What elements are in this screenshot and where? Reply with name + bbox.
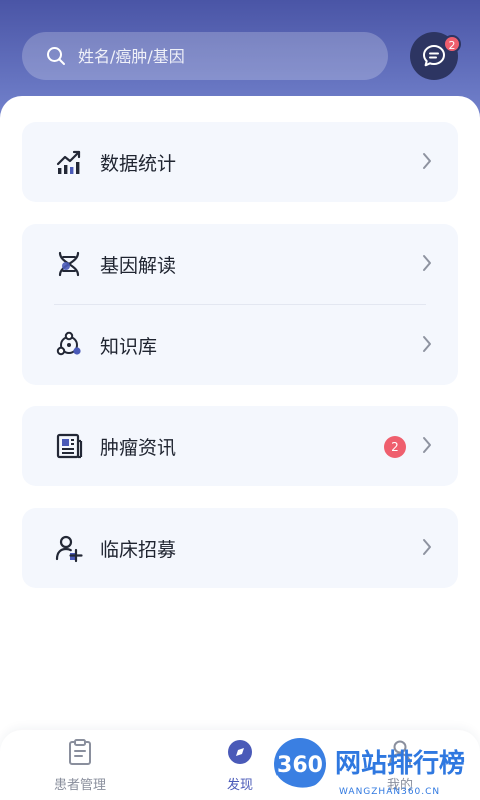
genetics-card: 基因解读 知识库	[22, 224, 458, 385]
menu-item-knowledge-label: 知识库	[100, 335, 158, 358]
message-badge: 2	[443, 35, 461, 53]
watermark-url: WANGZHAN360.CN	[339, 787, 440, 797]
chevron-right-icon	[423, 336, 431, 352]
compass-icon	[228, 740, 252, 764]
message-button[interactable]: 2	[410, 32, 461, 80]
add-person-icon	[55, 535, 83, 563]
knowledge-network-icon	[56, 331, 81, 356]
menu-item-recruit[interactable]: 临床招募	[22, 508, 458, 588]
newspaper-icon	[56, 433, 83, 459]
chart-trend-icon	[56, 150, 81, 174]
menu-item-stats-label: 数据统计	[100, 152, 177, 175]
news-badge: 2	[384, 436, 406, 458]
menu-item-recruit-label: 临床招募	[100, 538, 177, 561]
search-bar[interactable]	[22, 32, 388, 80]
recruit-card: 临床招募	[22, 508, 458, 588]
menu-item-gene[interactable]: 基因解读	[22, 224, 458, 304]
chevron-right-icon	[423, 255, 431, 271]
tab-patients[interactable]: 患者管理	[32, 738, 128, 793]
menu-item-news[interactable]: 肿瘤资讯 2	[22, 406, 458, 486]
watermark-title: 网站排行榜	[335, 748, 465, 779]
clipboard-icon	[69, 739, 91, 765]
site-watermark: 360 网站排行榜 WANGZHAN360.CN	[274, 738, 465, 797]
stats-card: 数据统计	[22, 122, 458, 202]
tab-patients-label: 患者管理	[53, 778, 106, 793]
search-input[interactable]	[76, 45, 360, 67]
news-card: 肿瘤资讯 2	[22, 406, 458, 486]
search-icon	[47, 47, 65, 65]
menu-item-stats[interactable]: 数据统计	[22, 122, 458, 202]
menu-item-knowledge[interactable]: 知识库	[22, 305, 458, 385]
menu-item-gene-label: 基因解读	[100, 254, 177, 277]
watermark-number: 360	[277, 753, 323, 778]
menu-item-news-label: 肿瘤资讯	[100, 436, 177, 459]
chevron-right-icon	[423, 539, 431, 555]
chevron-right-icon	[423, 153, 431, 169]
chevron-right-icon	[423, 437, 431, 453]
dna-icon	[58, 251, 80, 277]
